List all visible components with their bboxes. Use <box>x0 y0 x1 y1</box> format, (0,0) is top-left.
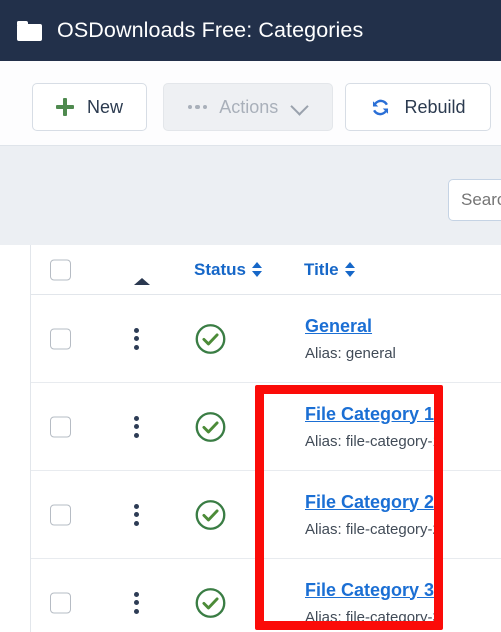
row-checkbox[interactable] <box>50 592 71 613</box>
row-title-cell: File Category 3 Alias: file-category-3 <box>275 559 501 632</box>
row-checkbox[interactable] <box>50 416 71 437</box>
drag-handle-icon[interactable] <box>134 591 139 614</box>
drag-handle-icon[interactable] <box>134 415 139 438</box>
row-drag-cell <box>134 415 139 438</box>
check-circle-icon[interactable] <box>194 586 227 619</box>
title-column-label: Title <box>304 259 339 279</box>
check-circle-icon[interactable] <box>194 410 227 443</box>
sort-arrows-icon <box>344 261 356 278</box>
plus-icon <box>55 98 74 116</box>
category-title-link[interactable]: File Category 2 <box>305 492 434 513</box>
app-root: OSDownloads Free: Categories New Actions… <box>0 0 501 632</box>
check-circle-icon[interactable] <box>194 498 227 531</box>
row-select-cell <box>50 504 71 525</box>
category-alias: Alias: file-category-1 <box>305 432 441 450</box>
table-row: File Category 2 Alias: file-category-2 <box>31 471 501 559</box>
ellipsis-icon <box>187 104 208 110</box>
toolbar: New Actions Rebuild <box>0 61 501 145</box>
row-status-cell <box>194 322 227 355</box>
status-column-header[interactable]: Status <box>194 260 263 280</box>
table-row: File Category 1 Alias: file-category-1 <box>31 383 501 471</box>
row-checkbox[interactable] <box>50 328 71 349</box>
status-column-label: Status <box>194 259 246 279</box>
row-status-cell <box>194 498 227 531</box>
title-column-header[interactable]: Title <box>275 245 501 294</box>
row-title-cell: File Category 1 Alias: file-category-1 <box>275 383 501 470</box>
category-alias: Alias: general <box>305 344 396 362</box>
table-header-row: Status Title <box>31 245 501 295</box>
category-alias: Alias: file-category-2 <box>305 520 441 538</box>
actions-dropdown-button[interactable]: Actions <box>163 83 333 131</box>
check-circle-icon[interactable] <box>194 322 227 355</box>
category-alias: Alias: file-category-3 <box>305 608 441 626</box>
drag-handle-icon[interactable] <box>134 503 139 526</box>
sort-arrows-icon <box>251 261 263 278</box>
category-title-link[interactable]: File Category 1 <box>305 404 434 425</box>
row-select-cell <box>50 592 71 613</box>
filter-bar <box>0 145 501 245</box>
new-button-label: New <box>86 96 123 117</box>
drag-handle-icon[interactable] <box>134 327 139 350</box>
refresh-icon <box>373 99 389 115</box>
row-select-cell <box>50 416 71 437</box>
ordering-column-header[interactable] <box>134 260 150 285</box>
category-title-link[interactable]: General <box>305 316 372 337</box>
row-drag-cell <box>134 503 139 526</box>
select-all-checkbox[interactable] <box>50 259 71 280</box>
category-title-link[interactable]: File Category 3 <box>305 580 434 601</box>
row-title-cell: General Alias: general <box>275 295 501 382</box>
row-title-cell: File Category 2 Alias: file-category-2 <box>275 471 501 558</box>
table-row: File Category 3 Alias: file-category-3 <box>31 559 501 632</box>
row-checkbox[interactable] <box>50 504 71 525</box>
new-button[interactable]: New <box>32 83 147 131</box>
rebuild-button-label: Rebuild <box>404 96 466 117</box>
row-select-cell <box>50 328 71 349</box>
actions-button-label: Actions <box>219 96 279 117</box>
table-row: General Alias: general <box>31 295 501 383</box>
categories-table: Status Title General Alias: general File… <box>30 245 501 632</box>
row-drag-cell <box>134 591 139 614</box>
page-title: OSDownloads Free: Categories <box>57 18 364 42</box>
chevron-down-icon <box>292 99 308 115</box>
row-status-cell <box>194 410 227 443</box>
row-status-cell <box>194 586 227 619</box>
caret-up-icon[interactable] <box>134 260 150 285</box>
search-input[interactable] <box>448 179 501 221</box>
row-drag-cell <box>134 327 139 350</box>
rebuild-button[interactable]: Rebuild <box>345 83 491 131</box>
page-header: OSDownloads Free: Categories <box>0 0 501 61</box>
folder-icon <box>17 20 43 41</box>
select-all-cell <box>50 259 71 280</box>
